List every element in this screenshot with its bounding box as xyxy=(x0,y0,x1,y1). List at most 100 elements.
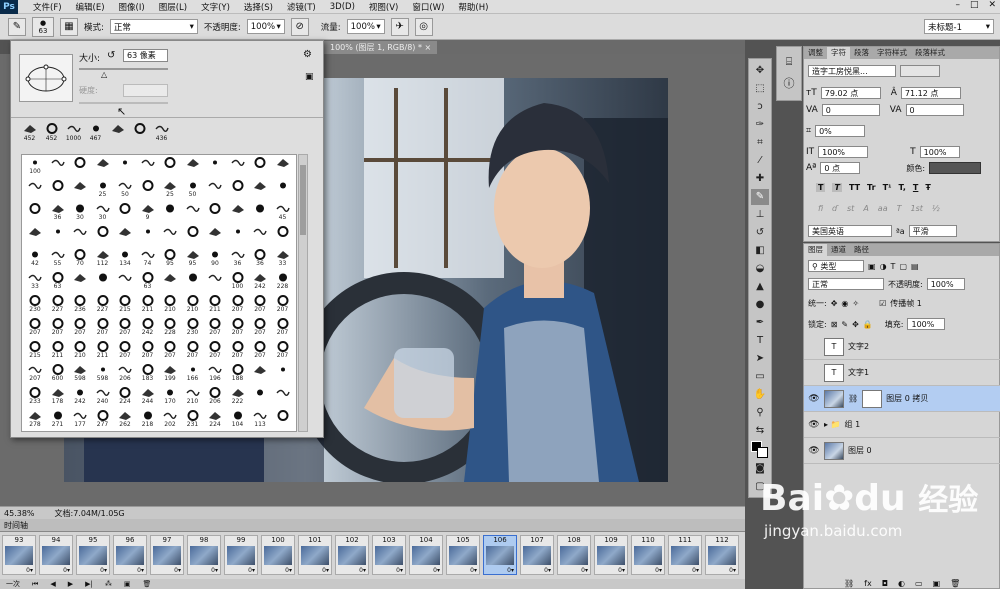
brush-preset[interactable]: 70 xyxy=(69,248,91,270)
path-select-tool-icon[interactable]: ➤ xyxy=(751,351,769,367)
brush-preset[interactable] xyxy=(272,156,294,178)
menu-help[interactable]: 帮助(H) xyxy=(451,1,495,13)
brush-preset[interactable]: 207 xyxy=(272,340,294,362)
old-style-button[interactable]: ɗ xyxy=(832,204,838,213)
brush-preset[interactable] xyxy=(114,156,136,178)
gear-icon[interactable]: ⚙ xyxy=(303,49,312,60)
brush-preset[interactable] xyxy=(204,202,226,224)
visibility-eye-icon[interactable]: 👁 xyxy=(808,394,820,404)
fractions-button[interactable]: ½ xyxy=(932,204,940,213)
brush-preset[interactable]: 207 xyxy=(24,363,46,385)
brush-preset[interactable]: 211 xyxy=(137,294,159,316)
brush-preset[interactable]: 90 xyxy=(204,248,226,270)
zoom-tool-icon[interactable]: ⚲ xyxy=(751,405,769,421)
leading-input[interactable]: 71.12 点 xyxy=(900,87,961,99)
antialias-select[interactable]: 平滑 xyxy=(908,225,957,237)
blur-tool-icon[interactable]: ▲ xyxy=(751,279,769,295)
brush-preset[interactable]: 196 xyxy=(204,363,226,385)
timeline-frame[interactable]: 95 0▾ xyxy=(76,535,110,575)
timeline-frame[interactable]: 111 0▾ xyxy=(668,535,702,575)
ligatures-button[interactable]: fi xyxy=(818,204,823,213)
brush-preset[interactable]: 113 xyxy=(249,409,271,431)
brush-preset[interactable]: 170 xyxy=(159,386,181,408)
marquee-tool-icon[interactable]: ⬚ xyxy=(751,81,769,97)
brush-preset[interactable] xyxy=(272,179,294,201)
menu-edit[interactable]: 编辑(E) xyxy=(69,1,112,13)
move-tool-icon[interactable]: ✥ xyxy=(751,63,769,79)
faux-italic-button[interactable]: T xyxy=(832,183,842,192)
brush-preset[interactable]: 210 xyxy=(69,340,91,362)
shape-tool-icon[interactable]: ▭ xyxy=(751,369,769,385)
timeline-frame[interactable]: 107 0▾ xyxy=(520,535,554,575)
brush-preset[interactable]: 112 xyxy=(92,248,114,270)
recent-brush[interactable]: 452 xyxy=(19,123,40,147)
brush-preset[interactable] xyxy=(204,271,226,293)
close-icon[interactable]: ✕ xyxy=(988,0,996,10)
brush-preset[interactable] xyxy=(114,271,136,293)
brush-preset[interactable]: 211 xyxy=(47,340,69,362)
brush-preset[interactable]: 207 xyxy=(204,317,226,339)
brush-preset[interactable] xyxy=(114,202,136,224)
brush-preset[interactable]: 210 xyxy=(182,386,204,408)
filter-pixel-icon[interactable]: ▣ xyxy=(868,262,876,271)
layer-row[interactable]: T 文字2 xyxy=(804,334,1000,360)
brush-preset[interactable]: 177 xyxy=(69,409,91,431)
timeline-frame[interactable]: 94 0▾ xyxy=(39,535,73,575)
brush-preset[interactable] xyxy=(24,202,46,224)
brush-preset[interactable]: 178 xyxy=(47,386,69,408)
brush-preset[interactable] xyxy=(69,179,91,201)
brush-preset[interactable]: 55 xyxy=(47,248,69,270)
frame-delay[interactable]: 0▾ xyxy=(595,567,627,574)
filter-smart-icon[interactable]: ▤ xyxy=(911,262,919,271)
contextual-button[interactable]: T xyxy=(897,204,902,213)
brush-preset[interactable]: 36 xyxy=(227,248,249,270)
brush-preset[interactable]: 598 xyxy=(69,363,91,385)
brush-preset[interactable]: 598 xyxy=(92,363,114,385)
brush-preset[interactable]: 277 xyxy=(92,409,114,431)
subscript-button[interactable]: T, xyxy=(899,183,906,192)
menu-view[interactable]: 视图(V) xyxy=(362,1,405,13)
hardness-input[interactable] xyxy=(123,84,168,97)
clone-stamp-tool-icon[interactable]: ⊥ xyxy=(751,207,769,223)
menu-select[interactable]: 选择(S) xyxy=(237,1,280,13)
flow-input[interactable]: 100% ▾ xyxy=(346,19,385,34)
visibility-eye-icon[interactable]: 👁 xyxy=(808,446,820,456)
brush-preset[interactable]: 42 xyxy=(24,248,46,270)
menu-file[interactable]: 文件(F) xyxy=(26,1,69,13)
brush-preset[interactable]: 207 xyxy=(47,317,69,339)
timeline-frame[interactable]: 110 0▾ xyxy=(631,535,665,575)
brush-preset[interactable] xyxy=(204,225,226,247)
brush-preset[interactable]: 207 xyxy=(69,317,91,339)
titling-button[interactable]: aa xyxy=(878,204,888,213)
play-icon[interactable]: ▶ xyxy=(68,580,73,588)
brush-preset[interactable]: 183 xyxy=(137,363,159,385)
color-swatches[interactable] xyxy=(751,441,769,459)
brush-preset[interactable] xyxy=(204,179,226,201)
frame-delay[interactable]: 0▾ xyxy=(521,567,553,574)
brush-preset[interactable]: 95 xyxy=(182,248,204,270)
brush-preset[interactable]: 9 xyxy=(137,202,159,224)
brush-preset[interactable]: 30 xyxy=(92,202,114,224)
brush-preset[interactable] xyxy=(92,271,114,293)
mask-link-icon[interactable]: ⛓ xyxy=(848,394,858,403)
menu-image[interactable]: 图像(I) xyxy=(112,1,152,13)
prev-frame-icon[interactable]: ◀ xyxy=(50,580,55,588)
brush-preset[interactable] xyxy=(159,271,181,293)
frame-delay[interactable]: 0▾ xyxy=(188,567,220,574)
brush-preset[interactable]: 242 xyxy=(137,317,159,339)
history-panel-icon[interactable]: ⌸ xyxy=(786,55,793,69)
brush-preset[interactable] xyxy=(69,156,91,178)
history-brush-tool-icon[interactable]: ↺ xyxy=(751,225,769,241)
frame-delay[interactable]: 0▾ xyxy=(410,567,442,574)
frame-delay[interactable]: 0▾ xyxy=(632,567,664,574)
tab-character[interactable]: 字符 xyxy=(827,47,850,59)
brush-preset[interactable]: 50 xyxy=(182,179,204,201)
crop-tool-icon[interactable]: ⌗ xyxy=(751,135,769,151)
brush-preset[interactable]: 104 xyxy=(227,409,249,431)
frame-delay[interactable]: 0▾ xyxy=(77,567,109,574)
lock-all-icon[interactable]: 🔒 xyxy=(863,320,873,329)
frame-delay[interactable]: 0▾ xyxy=(299,567,331,574)
brush-preset[interactable]: 228 xyxy=(272,271,294,293)
brush-preset[interactable]: 242 xyxy=(69,386,91,408)
first-frame-icon[interactable]: ⏮ xyxy=(32,580,38,589)
